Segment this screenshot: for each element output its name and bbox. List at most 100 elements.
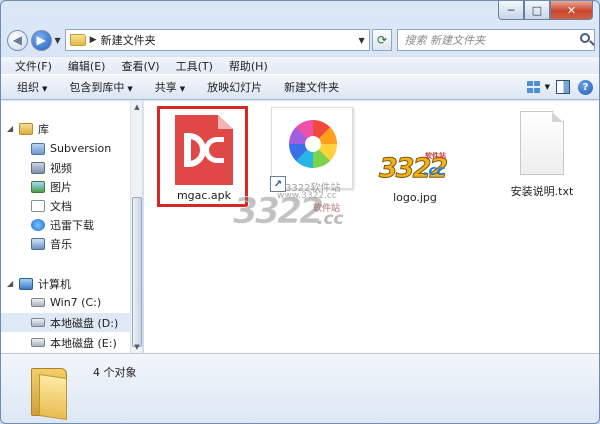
folder-large-icon	[31, 360, 69, 420]
scroll-thumb[interactable]	[132, 197, 142, 347]
chevron-down-icon: ▼	[127, 85, 133, 93]
nav-item-label: 视频	[50, 161, 72, 175]
menu-help[interactable]: 帮助(H)	[229, 58, 268, 74]
nav-item-label: 本地磁盘 (E:)	[50, 336, 117, 350]
chevron-down-icon: ▼	[42, 85, 48, 93]
shortcut-thumbnail: ↗	[270, 107, 353, 192]
nav-item-subversion[interactable]: Subversion	[1, 139, 131, 158]
details-pane: 4 个对象	[1, 353, 599, 423]
address-row: ◀ ▶ ▼ ▶ 新建文件夹 ▼ ⟳ 搜索 新建文件夹	[7, 27, 595, 53]
picture-icon	[31, 180, 45, 193]
library-icon	[19, 122, 33, 135]
menu-bar: 文件(F) 编辑(E) 查看(V) 工具(T) 帮助(H)	[1, 56, 599, 74]
navigation-pane: ◢ 库 Subversion 视频 图片 文档 迅雷下载 音乐 ◢ 计算机 Wi…	[1, 101, 143, 353]
view-controls: ▼ ?	[525, 79, 593, 95]
chevron-down-icon: ▼	[179, 85, 186, 93]
view-dropdown-icon[interactable]: ▼	[545, 83, 550, 91]
menu-view[interactable]: 查看(V)	[121, 58, 159, 74]
nav-item-disk-e[interactable]: 本地磁盘 (E:)	[1, 333, 131, 352]
nav-item-label: Win7 (C:)	[50, 296, 102, 309]
preview-pane-icon[interactable]	[556, 80, 570, 94]
menu-file[interactable]: 文件(F)	[15, 58, 52, 74]
logo-image-thumbnail: 3322 软件站 .cc	[378, 151, 451, 187]
file-name: logo.jpg	[393, 191, 437, 204]
close-button[interactable]: ✕	[550, 1, 593, 20]
item-count: 4 个对象	[93, 366, 137, 379]
computer-icon	[19, 277, 33, 290]
slideshow-button[interactable]: 放映幻灯片	[207, 79, 262, 95]
new-folder-button[interactable]: 新建文件夹	[284, 79, 339, 95]
include-library-button[interactable]: 包含到库中 ▼	[69, 79, 132, 95]
refresh-icon: ⟳	[377, 33, 388, 47]
file-item-txt[interactable]: 安装说明.txt	[499, 107, 585, 199]
nav-item-label: 音乐	[50, 237, 72, 251]
nav-item-disk-d[interactable]: 本地磁盘 (D:)	[1, 313, 131, 332]
nav-tree: ◢ 库 Subversion 视频 图片 文档 迅雷下载 音乐 ◢ 计算机 Wi…	[1, 101, 131, 353]
window-controls: ─ □ ✕	[498, 1, 593, 20]
nav-item-computer[interactable]: ◢ 计算机	[1, 274, 131, 293]
back-button[interactable]: ◀	[7, 29, 28, 51]
help-icon[interactable]: ?	[578, 79, 593, 95]
maximize-button[interactable]: □	[524, 1, 550, 20]
nav-item-thunder[interactable]: 迅雷下载	[1, 215, 131, 234]
address-dropdown-icon[interactable]: ▼	[359, 36, 365, 45]
nav-item-label: 计算机	[38, 277, 71, 291]
logo-tag: 软件站	[425, 152, 446, 160]
drive-icon	[31, 318, 45, 327]
drive-icon	[31, 338, 45, 347]
shortcut-arrow-icon: ↗	[270, 176, 286, 192]
file-item-shortcut[interactable]: ↗	[269, 107, 355, 193]
menu-tools[interactable]: 工具(T)	[176, 58, 213, 74]
selection-highlight	[157, 106, 248, 207]
arrow-right-icon: ▶	[36, 33, 46, 47]
file-item-logo[interactable]: 3322 软件站 .cc logo.jpg	[372, 107, 458, 204]
nav-item-label: 迅雷下载	[50, 218, 94, 232]
nav-item-label: 库	[38, 122, 49, 136]
arrow-left-icon: ◀	[12, 33, 22, 47]
view-tiles-icon[interactable]	[525, 79, 543, 95]
collapse-icon[interactable]: ◢	[7, 279, 17, 288]
include-library-label: 包含到库中	[69, 81, 125, 94]
recent-pages-dropdown[interactable]: ▼	[55, 36, 61, 45]
subversion-icon	[31, 142, 45, 155]
minimize-button[interactable]: ─	[498, 1, 524, 20]
nav-item-library[interactable]: ◢ 库	[1, 119, 131, 138]
nav-item-label: 本地磁盘 (D:)	[50, 316, 119, 330]
file-name: 安装说明.txt	[510, 185, 574, 198]
refresh-button[interactable]: ⟳	[371, 29, 393, 51]
nav-item-label: Subversion	[50, 142, 112, 155]
nav-item-documents[interactable]: 文档	[1, 196, 131, 215]
document-icon	[31, 199, 45, 212]
explorer-window: ─ □ ✕ ◀ ▶ ▼ ▶ 新建文件夹 ▼ ⟳ 搜索 新建文件夹 文件(F) 编…	[0, 0, 600, 424]
address-bar[interactable]: ▶ 新建文件夹 ▼	[64, 29, 370, 51]
video-icon	[31, 161, 45, 174]
scroll-up-icon[interactable]: ▲	[131, 101, 143, 113]
breadcrumb-arrow-icon[interactable]: ▶	[90, 35, 97, 45]
scroll-down-icon[interactable]: ▼	[131, 341, 143, 353]
collapse-icon[interactable]: ◢	[7, 124, 17, 133]
logo-suffix: .cc	[423, 163, 445, 179]
text-file-icon	[520, 111, 564, 175]
share-button[interactable]: 共享 ▼	[155, 79, 185, 95]
nav-scrollbar[interactable]: ▲ ▼	[130, 101, 142, 353]
organize-label: 组织	[17, 81, 39, 94]
file-view: mgac.apk ↗ 3322 软件站 .cc logo.jpg 安装说明.tx…	[144, 101, 599, 353]
search-placeholder: 搜索 新建文件夹	[404, 34, 485, 47]
nav-item-label: 图片	[50, 180, 72, 194]
thunder-icon	[31, 218, 45, 231]
drive-icon	[31, 298, 45, 307]
organize-button[interactable]: 组织 ▼	[17, 79, 47, 95]
forward-button[interactable]: ▶	[30, 29, 52, 51]
nav-item-win7[interactable]: Win7 (C:)	[1, 293, 131, 312]
nav-item-videos[interactable]: 视频	[1, 158, 131, 177]
folder-icon	[69, 34, 86, 46]
menu-edit[interactable]: 编辑(E)	[68, 58, 106, 74]
nav-item-music[interactable]: 音乐	[1, 234, 131, 253]
nav-item-pictures[interactable]: 图片	[1, 177, 131, 196]
music-icon	[31, 237, 45, 250]
breadcrumb-item[interactable]: 新建文件夹	[101, 32, 156, 48]
search-icon[interactable]	[579, 33, 590, 43]
share-label: 共享	[154, 81, 177, 94]
search-input[interactable]: 搜索 新建文件夹	[397, 29, 595, 51]
command-bar: 组织 ▼ 包含到库中 ▼ 共享 ▼ 放映幻灯片 新建文件夹 ▼ ?	[1, 74, 599, 100]
